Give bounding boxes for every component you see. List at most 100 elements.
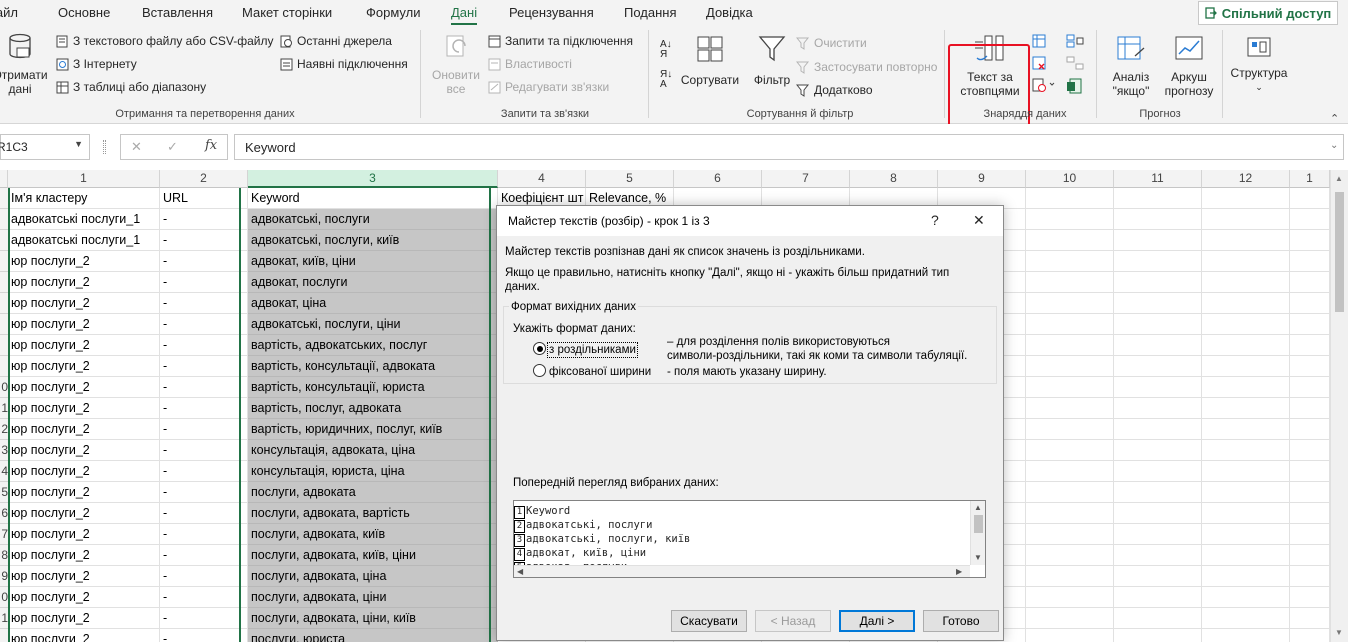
table-cell[interactable]: юр послуги_2 — [8, 524, 160, 545]
table-cell[interactable] — [1026, 251, 1114, 272]
table-cell[interactable] — [1290, 440, 1330, 461]
table-cell[interactable] — [1114, 503, 1202, 524]
table-cell[interactable] — [1026, 293, 1114, 314]
scroll-thumb[interactable] — [1335, 192, 1344, 312]
table-cell[interactable]: - — [160, 482, 248, 503]
table-cell[interactable] — [1026, 440, 1114, 461]
table-cell[interactable]: вартість, юридичних, послуг, київ — [248, 419, 498, 440]
vertical-scrollbar[interactable]: ▲ ▼ — [1330, 170, 1348, 642]
data-model-button[interactable] — [1066, 78, 1084, 97]
table-cell[interactable] — [1114, 209, 1202, 230]
table-cell[interactable] — [1202, 419, 1290, 440]
table-cell[interactable] — [1114, 398, 1202, 419]
table-cell[interactable] — [1114, 545, 1202, 566]
table-cell[interactable] — [1114, 608, 1202, 629]
edit-links-button[interactable]: Редагувати зв'язки — [488, 80, 609, 94]
table-cell[interactable]: - — [160, 335, 248, 356]
row-header[interactable] — [0, 629, 8, 642]
table-cell[interactable]: послуги, адвоката, ціни — [248, 587, 498, 608]
column-header[interactable]: 10 — [1026, 170, 1114, 188]
cancel-button[interactable]: Скасувати — [671, 610, 747, 632]
table-cell[interactable] — [1290, 314, 1330, 335]
fixed-width-label[interactable]: фіксованої ширини — [549, 365, 651, 379]
table-cell[interactable] — [1202, 545, 1290, 566]
table-cell[interactable] — [1114, 524, 1202, 545]
recent-sources-button[interactable]: Останні джерела — [280, 34, 392, 48]
preview-hscroll[interactable]: ◀ ▶ — [514, 565, 970, 577]
table-cell[interactable]: юр послуги_2 — [8, 377, 160, 398]
table-cell[interactable] — [1290, 209, 1330, 230]
table-cell[interactable] — [1202, 293, 1290, 314]
what-if-button[interactable]: Аналіз "якщо" — [1102, 34, 1160, 98]
table-cell[interactable]: - — [160, 608, 248, 629]
data-validation-button[interactable] — [1032, 78, 1056, 95]
header-cell[interactable]: Keyword — [248, 188, 498, 209]
table-cell[interactable] — [1026, 377, 1114, 398]
table-cell[interactable] — [1290, 356, 1330, 377]
header-cell[interactable]: Ім'я кластеру — [8, 188, 160, 209]
table-cell[interactable]: - — [160, 503, 248, 524]
table-cell[interactable]: - — [160, 356, 248, 377]
table-cell[interactable]: адвокатські, послуги — [248, 209, 498, 230]
table-cell[interactable] — [1290, 608, 1330, 629]
table-cell[interactable]: юр послуги_2 — [8, 335, 160, 356]
column-header[interactable]: 4 — [498, 170, 586, 188]
table-cell[interactable] — [1290, 293, 1330, 314]
column-header[interactable]: 6 — [674, 170, 762, 188]
table-cell[interactable] — [1114, 251, 1202, 272]
advanced-filter-button[interactable]: Додатково — [796, 83, 873, 97]
table-cell[interactable] — [1114, 356, 1202, 377]
row-header[interactable] — [0, 230, 8, 251]
column-header[interactable]: 8 — [850, 170, 938, 188]
table-cell[interactable] — [1290, 482, 1330, 503]
row-header[interactable]: 1 — [0, 398, 8, 419]
table-cell[interactable] — [1290, 587, 1330, 608]
table-cell[interactable]: адвокат, київ, ціни — [248, 251, 498, 272]
table-cell[interactable]: юр послуги_2 — [8, 314, 160, 335]
row-header[interactable]: 8 — [0, 545, 8, 566]
table-cell[interactable]: юр послуги_2 — [8, 251, 160, 272]
table-cell[interactable] — [1026, 272, 1114, 293]
table-cell[interactable]: - — [160, 587, 248, 608]
table-cell[interactable]: послуги, адвоката, київ, ціни — [248, 545, 498, 566]
relationships-button[interactable] — [1066, 56, 1084, 73]
tab-insert[interactable]: Вставлення — [142, 5, 213, 20]
table-cell[interactable]: - — [160, 293, 248, 314]
table-cell[interactable] — [1202, 251, 1290, 272]
table-cell[interactable] — [1026, 398, 1114, 419]
table-cell[interactable]: послуги, юриста — [248, 629, 498, 642]
scroll-up-icon[interactable]: ▲ — [974, 503, 982, 512]
table-cell[interactable] — [1202, 461, 1290, 482]
table-cell[interactable]: юр послуги_2 — [8, 293, 160, 314]
row-header[interactable]: 5 — [0, 482, 8, 503]
table-cell[interactable] — [1202, 314, 1290, 335]
table-cell[interactable]: юр послуги_2 — [8, 419, 160, 440]
table-cell[interactable] — [1026, 209, 1114, 230]
flash-fill-button[interactable] — [1032, 34, 1046, 51]
table-cell[interactable] — [1026, 482, 1114, 503]
row-header[interactable]: 3 — [0, 440, 8, 461]
column-header[interactable]: 7 — [762, 170, 850, 188]
table-cell[interactable]: вартість, адвокатських, послуг — [248, 335, 498, 356]
dialog-titlebar[interactable]: Майстер текстів (розбір) - крок 1 із 3 ?… — [497, 206, 1003, 236]
table-cell[interactable] — [1026, 419, 1114, 440]
table-cell[interactable]: - — [160, 209, 248, 230]
table-cell[interactable] — [1290, 503, 1330, 524]
table-cell[interactable]: юр послуги_2 — [8, 629, 160, 642]
table-cell[interactable]: юр послуги_2 — [8, 440, 160, 461]
queries-connections-button[interactable]: Запити та підключення — [488, 34, 633, 48]
table-cell[interactable]: адвокат, послуги — [248, 272, 498, 293]
tab-page-layout[interactable]: Макет сторінки — [242, 5, 332, 20]
table-cell[interactable]: послуги, адвоката, вартість — [248, 503, 498, 524]
sort-za-button[interactable]: Я↓ A — [660, 70, 672, 90]
row-header[interactable]: 0 — [0, 377, 8, 398]
properties-button[interactable]: Властивості — [488, 57, 572, 71]
delimited-label[interactable]: з роздільниками — [547, 342, 638, 358]
reapply-button[interactable]: Застосувати повторно — [796, 60, 937, 74]
table-cell[interactable]: адвокатські, послуги, ціни — [248, 314, 498, 335]
column-header[interactable]: 3 — [248, 170, 498, 188]
table-cell[interactable] — [1202, 377, 1290, 398]
table-cell[interactable] — [1026, 524, 1114, 545]
table-cell[interactable] — [1290, 377, 1330, 398]
table-cell[interactable] — [1026, 566, 1114, 587]
